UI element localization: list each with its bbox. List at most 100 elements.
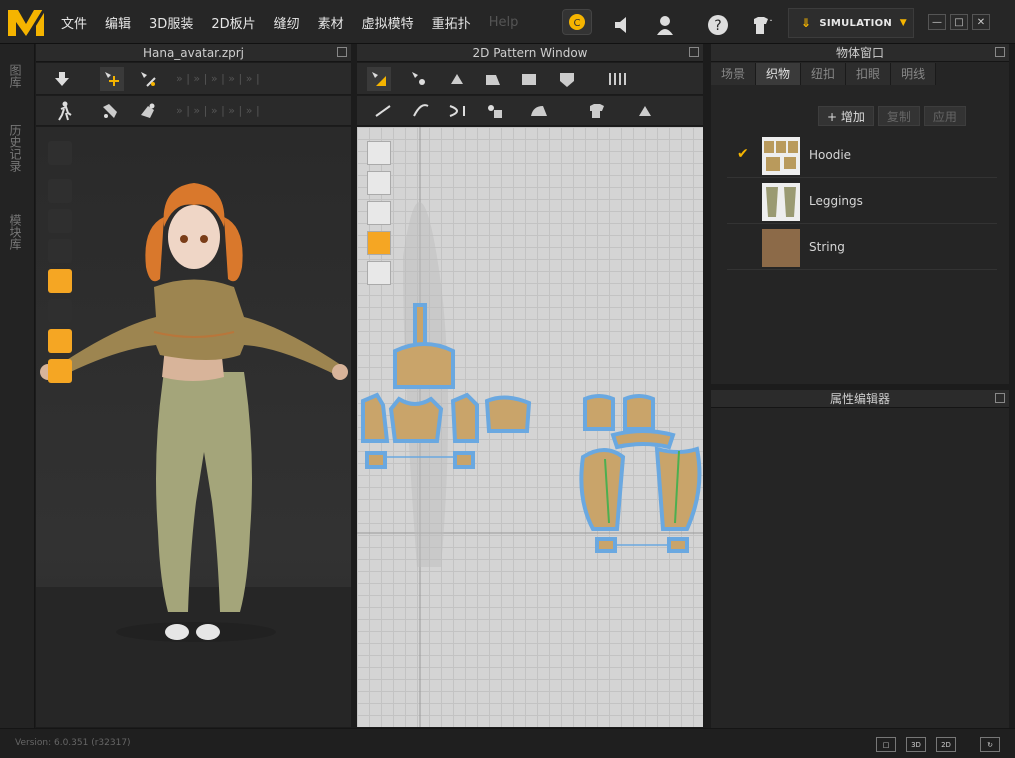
avatar-pose-icon[interactable] [52, 99, 76, 123]
double-chevron-icon: ⇓ [801, 16, 812, 30]
dropdown-arrow-icon[interactable]: ▼ [900, 18, 907, 28]
check-seam-icon[interactable] [483, 99, 507, 123]
simulation-button[interactable]: ⇓ SIMULATION ▼ [788, 8, 914, 38]
garment-add-icon[interactable]: + [746, 10, 776, 40]
expand-icon[interactable] [995, 393, 1005, 403]
menu-2d-pattern[interactable]: 2D板片 [202, 13, 264, 32]
fabric-name: Hoodie [809, 148, 852, 162]
menu-materials[interactable]: 素材 [309, 13, 353, 32]
fabric-list-item[interactable]: String [727, 226, 997, 270]
tab-library[interactable]: 图库 [8, 64, 24, 88]
seam-m-n-icon[interactable] [445, 99, 469, 123]
version-text: Version: 6.0.351 (r32317) [15, 738, 131, 748]
toolbar-overflow-icon[interactable]: » | » | » | » | » | [176, 104, 260, 117]
pattern-canvas[interactable] [357, 127, 703, 727]
menu-sewing[interactable]: 缝纫 [265, 13, 309, 32]
pattern-select-icon[interactable] [367, 67, 391, 91]
fabric-actions: + 增加 复制 应用 [818, 106, 966, 126]
expand-icon[interactable] [337, 47, 347, 57]
polygon-icon[interactable] [481, 67, 505, 91]
add-fabric-button[interactable]: + 增加 [818, 106, 874, 126]
tab-scene[interactable]: 场景 [711, 63, 757, 85]
fabric-list-item[interactable]: Leggings [727, 180, 997, 224]
help-icon[interactable]: ? [703, 10, 733, 40]
tab-topstitch[interactable]: 明线 [891, 63, 937, 85]
transform-pattern-icon[interactable] [445, 67, 469, 91]
info-icon[interactable] [367, 201, 391, 225]
tab-modules[interactable]: 模块库 [8, 214, 24, 250]
surface-icon[interactable] [48, 299, 72, 323]
avatar-icon[interactable] [48, 239, 72, 263]
sewing-check-icon[interactable] [633, 99, 657, 123]
cube-icon[interactable] [48, 141, 72, 165]
menu-file[interactable]: 文件 [52, 13, 96, 32]
fabric-thumbnail [762, 183, 800, 221]
pattern-pieces[interactable] [357, 127, 703, 727]
texture-icon[interactable] [48, 269, 72, 293]
seam-free-icon[interactable] [409, 99, 433, 123]
viewport-3d[interactable] [36, 127, 351, 727]
app-window: 文件 编辑 3D服装 2D板片 缝纫 素材 虚拟模特 重拓扑 Help C ? … [0, 0, 1015, 758]
internal-shape-icon[interactable] [555, 67, 579, 91]
menu-retopology[interactable]: 重拓扑 [423, 13, 480, 32]
view-2d-button[interactable]: 2D [936, 737, 956, 752]
view-3d-button[interactable]: 3D [906, 737, 926, 752]
apply-label: 应用 [932, 110, 957, 124]
speaker-icon[interactable] [608, 10, 638, 40]
minimize-icon[interactable]: — [928, 14, 946, 30]
gear-icon[interactable] [48, 359, 72, 383]
menu-help[interactable]: Help [480, 15, 528, 30]
layout-icon[interactable]: □ [876, 737, 896, 752]
svg-text:C: C [574, 18, 581, 29]
select-mesh-icon[interactable] [136, 67, 160, 91]
marvelous-logo [8, 9, 46, 37]
expand-icon[interactable] [995, 47, 1005, 57]
seam-segment-icon[interactable] [371, 99, 395, 123]
transform-down-icon[interactable] [50, 67, 74, 91]
viewport3d-toolbar-2: » | » | » | » | » | [36, 96, 351, 126]
toolbar-overflow-icon[interactable]: » | » | » | » | » | [176, 72, 260, 85]
garment-icon[interactable] [48, 179, 72, 203]
tack-icon[interactable] [98, 99, 122, 123]
tab-history[interactable]: 历史记录 [8, 124, 24, 172]
top-menu-bar: 文件 编辑 3D服装 2D板片 缝纫 素材 虚拟模特 重拓扑 Help C ? … [0, 0, 1015, 44]
apply-fabric-button[interactable]: 应用 [923, 106, 966, 126]
property-editor: 属性编辑器 [711, 390, 1009, 728]
skin-icon[interactable] [48, 329, 72, 353]
tab-button[interactable]: 纽扣 [801, 63, 847, 85]
close-icon[interactable]: ✕ [972, 14, 990, 30]
viewport3d-toolbar-1: » | » | » | » | » | [36, 63, 351, 95]
texture-view-icon[interactable] [367, 231, 391, 255]
refresh-icon[interactable]: ↻ [980, 737, 1000, 752]
check-icon: ✔ [737, 146, 749, 162]
garment-view-icon[interactable] [367, 171, 391, 195]
pattern-window-header: 2D Pattern Window [357, 44, 703, 62]
maximize-icon[interactable]: □ [950, 14, 968, 30]
avatar-model[interactable] [36, 127, 351, 727]
menu-3d-garment[interactable]: 3D服装 [140, 13, 202, 32]
menu-edit[interactable]: 编辑 [96, 13, 140, 32]
points-icon[interactable] [48, 209, 72, 233]
copy-fabric-button[interactable]: 复制 [877, 106, 920, 126]
user-icon[interactable] [650, 10, 680, 40]
lock-icon[interactable] [367, 261, 391, 285]
cloud-icon[interactable]: C [562, 9, 592, 35]
select-move-icon[interactable] [100, 67, 124, 91]
tab-fabric[interactable]: 织物 [756, 63, 802, 85]
fabric-name: Leggings [809, 194, 863, 208]
property-editor-title: 属性编辑器 [829, 392, 890, 406]
object-window-tabs: 场景 织物 纽扣 扣眼 明线 [711, 63, 937, 85]
menu-avatar[interactable]: 虚拟模特 [353, 13, 423, 32]
fold-arrange-icon[interactable] [585, 99, 609, 123]
expand-icon[interactable] [689, 47, 699, 57]
rectangle-icon[interactable] [517, 67, 541, 91]
edit-point-icon[interactable] [407, 67, 431, 91]
ruler-icon[interactable] [605, 67, 629, 91]
iron-icon[interactable] [527, 99, 551, 123]
tab-buttonhole[interactable]: 扣眼 [846, 63, 892, 85]
brush-icon[interactable] [367, 141, 391, 165]
pattern-toolbar-1 [357, 63, 703, 95]
fabric-list-item[interactable]: ✔ Hoodie [727, 134, 997, 178]
pin-icon[interactable] [136, 99, 160, 123]
object-window: 物体窗口 场景 织物 纽扣 扣眼 明线 + 增加 复制 应用 ✔ Hoodie [711, 44, 1009, 384]
